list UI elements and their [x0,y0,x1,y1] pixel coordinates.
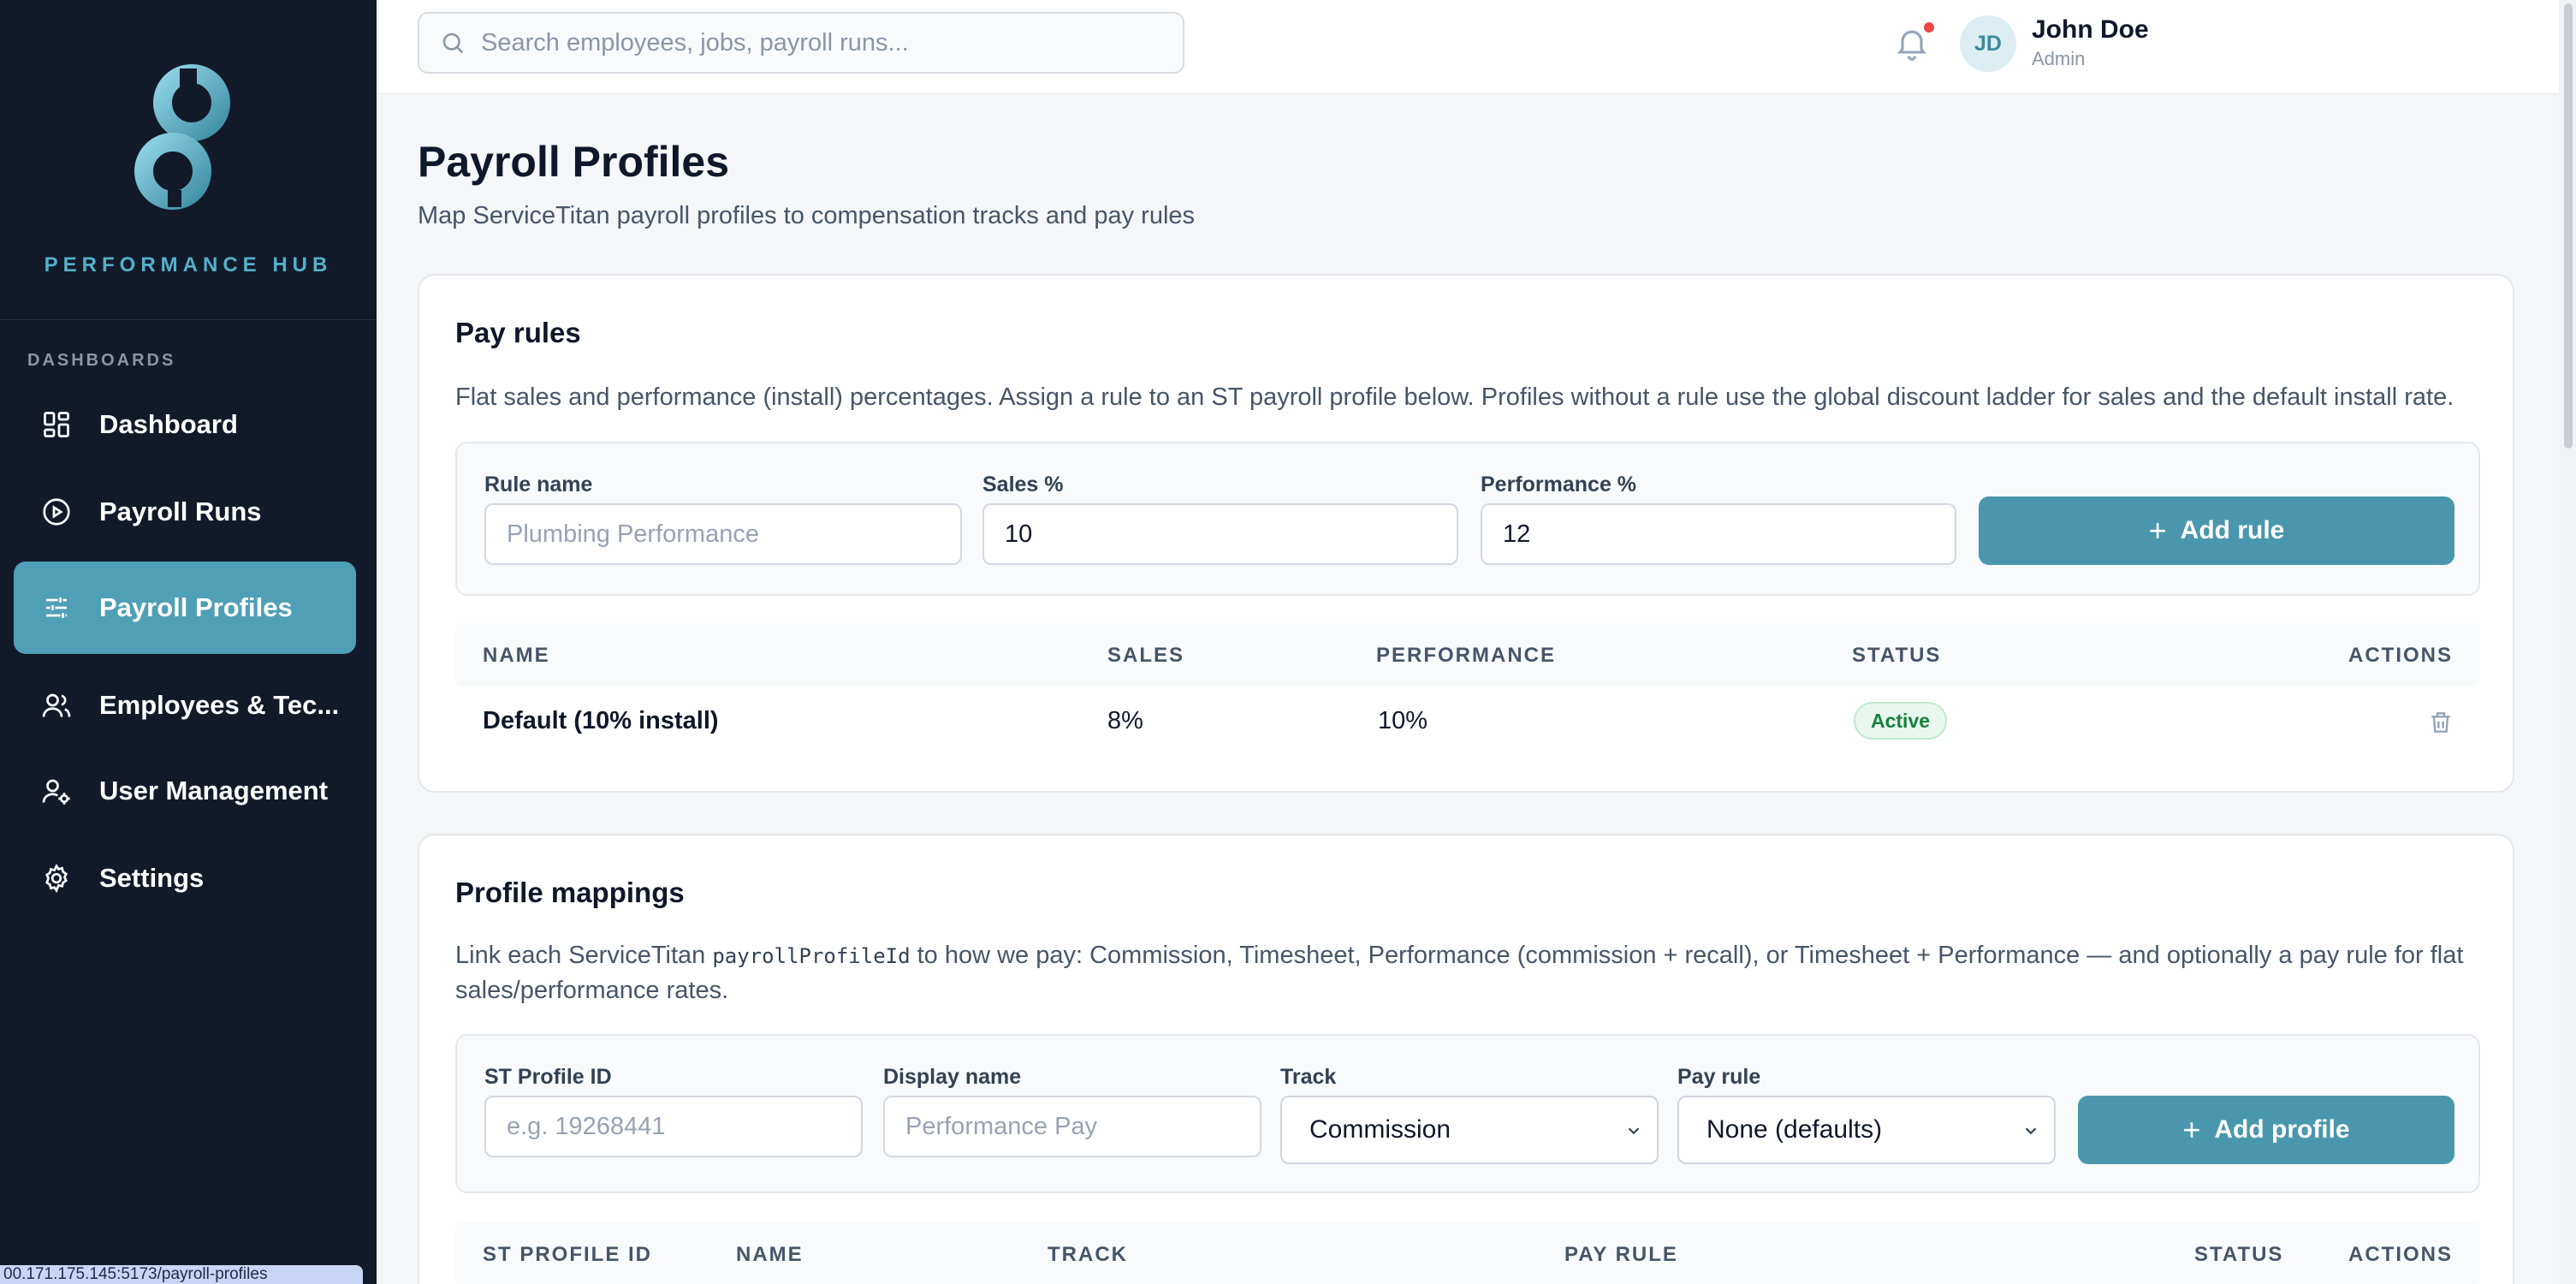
profile-id-label: ST Profile ID [484,1065,612,1089]
plus-icon: + [2148,513,2167,548]
pay-rules-title: Pay rules [455,317,581,348]
display-name-input[interactable] [883,1096,1261,1157]
status-url: 00.171.175.145:5173/payroll-profiles [0,1265,363,1284]
sidebar-item-label: User Management [99,776,329,805]
col-performance: PERFORMANCE [1376,644,1557,667]
track-label: Track [1280,1065,1337,1089]
desc-text: to how we pay: Commission, Timesheet, Pe… [917,942,2464,969]
sales-percent-label: Sales % [982,473,1064,496]
profile-form: ST Profile ID Display name Track Commiss… [455,1034,2480,1193]
add-rule-button[interactable]: + Add rule [1979,496,2454,565]
col-actions: ACTIONS [2348,644,2453,667]
pay-rules-card: Pay rules Flat sales and performance (in… [418,274,2514,793]
track-select[interactable]: Commission [1280,1096,1659,1164]
desc-text: sales/performance rates. [455,977,729,1004]
sliders-icon [39,591,74,625]
rule-name-input[interactable] [484,503,962,565]
gear-icon [39,861,74,895]
user-name: John Doe [2032,15,2149,44]
plus-icon: + [2182,1112,2201,1147]
rule-sales-cell: 8% [1107,707,1143,734]
col-sales: SALES [1107,644,1185,667]
brand: PERFORMANCE HUB [0,0,377,320]
user-role: Admin [2032,48,2086,69]
search-box[interactable] [418,12,1184,74]
rule-name-label: Rule name [484,473,593,496]
display-name-label: Display name [883,1065,1022,1089]
col-track: TRACK [1048,1243,1128,1266]
pay-rule-select[interactable]: None (defaults) [1677,1096,2056,1164]
page-title: Payroll Profiles [418,138,730,186]
col-actions: ACTIONS [2348,1243,2453,1266]
status-badge: Active [1854,702,1948,740]
chevron-down-icon [1628,1127,1640,1135]
col-status: STATUS [2194,1243,2284,1266]
sidebar-item-payroll-runs[interactable]: Payroll Runs [14,466,356,558]
users-icon [39,688,74,722]
profile-mappings-description: Link each ServiceTitan payrollProfileId … [455,938,2492,1008]
sidebar-item-payroll-profiles[interactable]: Payroll Profiles [14,562,356,654]
profile-mappings-card: Profile mappings Link each ServiceTitan … [418,834,2514,1284]
col-profile-id: ST PROFILE ID [483,1243,653,1266]
pay-rule-form: Rule name Sales % Performance % + Add ru… [455,442,2480,596]
logo-icon [134,64,230,210]
sidebar-item-user-management[interactable]: User Management [14,745,356,837]
sales-percent-input[interactable] [982,503,1458,565]
performance-percent-input[interactable] [1481,503,1956,565]
track-value: Commission [1309,1115,1451,1144]
add-profile-button[interactable]: + Add profile [2078,1096,2454,1164]
chevron-down-icon [2025,1127,2037,1135]
topbar [377,0,2559,94]
add-rule-label: Add rule [2180,516,2285,544]
grid-icon [39,407,74,442]
avatar[interactable]: JD [1960,15,2016,72]
play-circle-icon [39,495,74,529]
desc-code: payrollProfileId [712,944,911,968]
sidebar-item-label: Payroll Profiles [99,592,293,622]
notification-dot [1922,21,1936,34]
page-subtitle: Map ServiceTitan payroll profiles to com… [418,202,1196,229]
search-icon [442,33,464,54]
sidebar-item-label: Payroll Runs [99,496,262,526]
pay-rules-description: Flat sales and performance (install) per… [455,383,2454,411]
performance-percent-label: Performance % [1481,473,1637,496]
profile-mappings-title: Profile mappings [455,877,685,908]
rule-name-cell: Default (10% install) [483,707,719,734]
add-profile-label: Add profile [2214,1115,2350,1144]
sidebar-item-settings[interactable]: Settings [14,832,356,924]
brand-name: PERFORMANCE HUB [44,253,333,276]
desc-text: Link each ServiceTitan [455,942,706,969]
sidebar-item-label: Dashboard [99,409,238,439]
search-input[interactable] [481,28,1183,57]
col-name: NAME [483,644,550,667]
sidebar-item-dashboard[interactable]: Dashboard [14,378,356,471]
sidebar: PERFORMANCE HUB DASHBOARDS Dashboard Pay… [0,0,377,1284]
pay-rule-label: Pay rule [1677,1065,1761,1089]
col-pay-rule: PAY RULE [1564,1243,1678,1266]
trash-icon[interactable] [2427,709,2454,736]
pay-rules-table-header: NAME SALES PERFORMANCE STATUS ACTIONS [455,623,2480,687]
sidebar-item-label: Settings [99,863,205,893]
sidebar-item-label: Employees & Tec... [99,690,340,720]
col-name: NAME [736,1243,804,1266]
profiles-table-header: ST PROFILE ID NAME TRACK PAY RULE STATUS… [455,1222,2480,1284]
user-cog-icon [39,774,74,808]
sidebar-item-employees[interactable]: Employees & Tec... [14,659,356,752]
section-label: DASHBOARDS [27,351,176,370]
scrollbar-thumb[interactable] [2564,3,2573,449]
profile-id-input[interactable] [484,1096,863,1157]
col-status: STATUS [1852,644,1942,667]
rule-performance-cell: 10% [1378,707,1428,734]
pay-rule-value: None (defaults) [1706,1115,1883,1144]
